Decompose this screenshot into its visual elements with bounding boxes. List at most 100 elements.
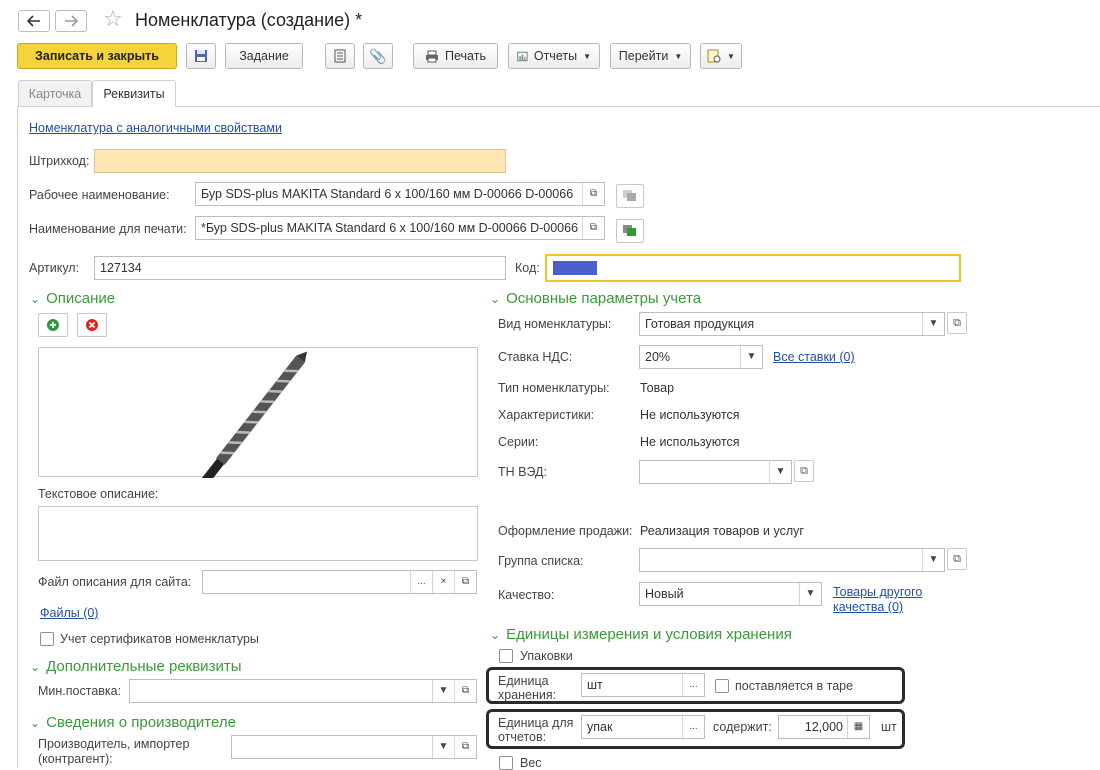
kind-open-button[interactable]: ⧉ [947, 312, 967, 334]
series-label: Серии: [498, 435, 539, 449]
select-ellipsis-button[interactable]: ... [410, 571, 432, 593]
dropdown-arrow-icon[interactable]: ▼ [799, 583, 821, 605]
tnved-select[interactable]: ▼ [639, 460, 792, 484]
vat-select[interactable]: 20% ▼ [639, 345, 763, 369]
select-ellipsis-button[interactable]: ... [682, 674, 704, 696]
clear-icon[interactable]: × [432, 571, 454, 593]
tnved-open-button[interactable]: ⧉ [794, 460, 814, 482]
analog-properties-link[interactable]: Номенклатура с аналогичными свойствами [29, 121, 282, 135]
calculator-icon[interactable]: ▦ [847, 716, 869, 738]
chevron-down-icon: ⌄ [30, 292, 41, 306]
list-button[interactable] [325, 43, 355, 69]
manufacturer-input[interactable]: ▼ ⧉ [231, 735, 477, 759]
save-close-label: Записать и закрыть [35, 49, 159, 63]
all-rates-link[interactable]: Все ставки (0) [773, 350, 855, 364]
copy-name-button[interactable] [616, 184, 644, 208]
reports-button[interactable]: Отчеты ▼ [508, 43, 600, 69]
delete-image-button[interactable] [77, 313, 107, 337]
section-description[interactable]: ⌄ Описание [30, 290, 115, 307]
quality-select[interactable]: Новый ▼ [639, 582, 822, 606]
group-open-button[interactable]: ⧉ [947, 548, 967, 570]
save-button[interactable] [186, 43, 216, 69]
storage-unit-input[interactable]: шт ... [581, 673, 705, 697]
section-description-title: Описание [46, 290, 116, 307]
copy-print-name-button[interactable] [616, 219, 644, 243]
report-unit-input[interactable]: упак ... [581, 715, 705, 739]
work-name-value: Бур SDS-plus MAKITA Standard 6 x 100/160… [201, 187, 574, 201]
tab-requisites[interactable]: Реквизиты [92, 80, 176, 107]
goto-label: Перейти [618, 49, 669, 63]
dropdown-arrow-icon[interactable]: ▼ [432, 736, 454, 758]
min-supply-input[interactable]: ▼ ⧉ [129, 679, 477, 703]
section-manufacturer[interactable]: ⌄ Сведения о производителе [30, 714, 236, 731]
tare-checkbox[interactable] [715, 679, 729, 693]
task-button[interactable]: Задание [225, 43, 303, 69]
goto-button[interactable]: Перейти ▼ [610, 43, 691, 69]
packages-label: Упаковки [520, 649, 573, 663]
open-icon[interactable]: ⧉ [582, 217, 604, 239]
other-quality-link[interactable]: Товары другого качества (0) [833, 585, 943, 615]
barcode-label: Штрихкод: [29, 154, 90, 168]
more-button[interactable]: ▼ [700, 43, 742, 69]
dropdown-arrow-icon[interactable]: ▼ [769, 461, 791, 483]
article-input[interactable]: 127134 [94, 256, 506, 280]
task-label: Задание [239, 49, 289, 63]
sale-label: Оформление продажи: [498, 524, 633, 538]
section-units[interactable]: ⌄ Единицы измерения и условия хранения [490, 626, 792, 643]
cert-label: Учет сертификатов номенклатуры [60, 632, 259, 646]
site-file-input[interactable]: ... × ⧉ [202, 570, 477, 594]
barcode-input[interactable] [94, 149, 506, 173]
text-description-label: Текстовое описание: [38, 487, 159, 501]
tab-card[interactable]: Карточка [18, 80, 92, 106]
article-label: Артикул: [29, 261, 80, 275]
chevron-down-icon: ⌄ [490, 292, 501, 306]
dropdown-arrow-icon[interactable]: ▼ [922, 549, 944, 571]
chevron-down-icon: ⌄ [30, 716, 41, 730]
packages-checkbox[interactable] [499, 649, 513, 663]
section-params[interactable]: ⌄ Основные параметры учета [490, 290, 701, 307]
reports-label: Отчеты [533, 49, 578, 63]
favorite-star-icon[interactable]: ☆ [103, 6, 123, 32]
dropdown-arrow-icon[interactable]: ▼ [922, 313, 944, 335]
section-manufacturer-title: Сведения о производителе [46, 714, 236, 731]
dropdown-arrow-icon[interactable]: ▼ [740, 346, 762, 368]
section-additional[interactable]: ⌄ Дополнительные реквизиты [30, 658, 241, 675]
back-button[interactable] [18, 10, 50, 32]
min-supply-label: Мин.поставка: [38, 684, 122, 698]
manufacturer-label: Производитель, импортер (контрагент): [38, 737, 190, 766]
drill-bit-image [193, 351, 308, 495]
attach-button[interactable]: 📎 [363, 43, 393, 69]
dropdown-arrow-icon[interactable]: ▼ [432, 680, 454, 702]
tare-label: поставляется в таре [735, 679, 854, 693]
open-icon[interactable]: ⧉ [454, 680, 476, 702]
open-icon[interactable]: ⧉ [454, 736, 476, 758]
save-close-button[interactable]: Записать и закрыть [17, 43, 177, 69]
open-icon[interactable]: ⧉ [582, 183, 604, 205]
text-description-textarea[interactable] [38, 506, 478, 561]
vat-value: 20% [645, 350, 671, 364]
site-file-label: Файл описания для сайта: [38, 575, 192, 589]
print-button[interactable]: Печать [413, 43, 498, 69]
print-name-input[interactable]: *Бур SDS-plus MAKITA Standard 6 x 100/16… [195, 216, 605, 240]
cert-checkbox[interactable] [40, 632, 54, 646]
plus-circle-icon [47, 319, 59, 331]
select-ellipsis-button[interactable]: ... [682, 716, 704, 738]
report-icon [517, 51, 528, 61]
contains-input[interactable]: 12,000 ▦ [778, 715, 870, 739]
files-link[interactable]: Файлы (0) [40, 606, 98, 620]
code-input[interactable] [545, 254, 961, 282]
kind-select[interactable]: Готовая продукция ▼ [639, 312, 945, 336]
floppy-icon [195, 50, 207, 62]
copy-icon [623, 190, 636, 201]
add-image-button[interactable] [38, 313, 68, 337]
group-select[interactable]: ▼ [639, 548, 945, 572]
product-image[interactable] [38, 347, 478, 495]
quality-label: Качество: [498, 588, 555, 602]
contains-unit: шт [881, 720, 897, 734]
report-unit-label: Единица для отчетов: [498, 716, 574, 744]
tab-requisites-label: Реквизиты [103, 86, 165, 101]
vat-label: Ставка НДС: [498, 350, 573, 364]
work-name-input[interactable]: Бур SDS-plus MAKITA Standard 6 x 100/160… [195, 182, 605, 206]
open-icon[interactable]: ⧉ [454, 571, 476, 593]
forward-button[interactable] [55, 10, 87, 32]
